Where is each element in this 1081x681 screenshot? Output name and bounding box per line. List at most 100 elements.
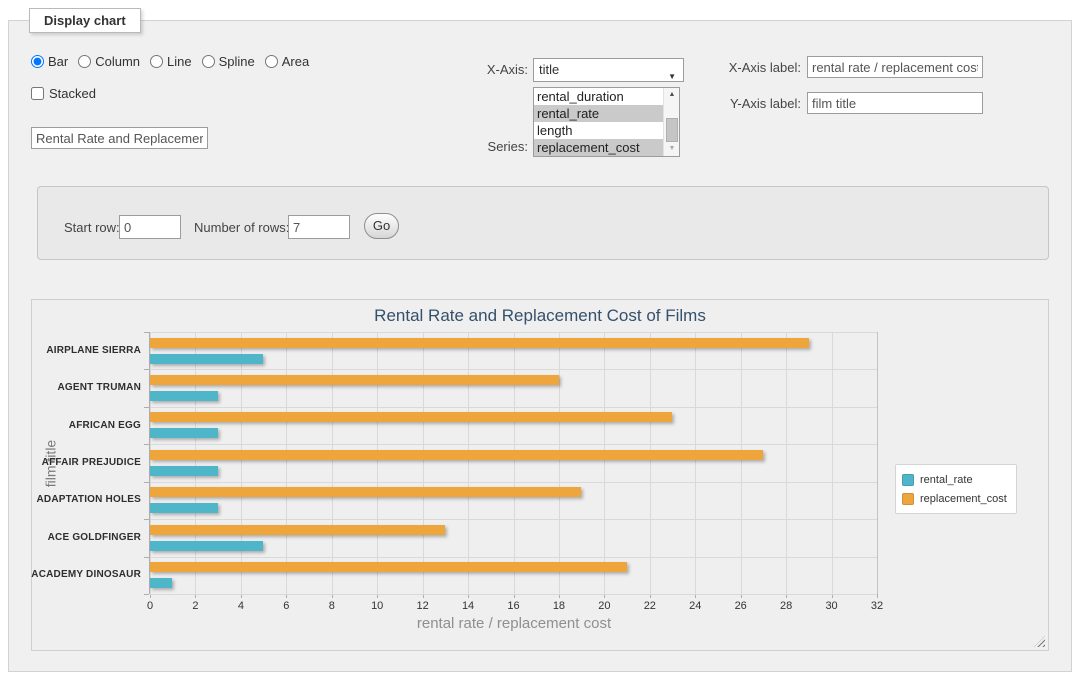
category-label: ADAPTATION HOLES <box>37 494 142 505</box>
gridline-horizontal <box>150 557 877 558</box>
value-axis-tick-label: 32 <box>862 600 892 612</box>
gridline-horizontal <box>150 519 877 520</box>
gridline-vertical <box>423 332 424 594</box>
legend-label: rental_rate <box>920 474 973 486</box>
category-label: AIRPLANE SIERRA <box>46 345 141 356</box>
value-axis-tick-label: 14 <box>453 600 483 612</box>
chart-title: Rental Rate and Replacement Cost of Film… <box>32 306 1048 326</box>
chart-type-option-bar: Bar <box>31 54 68 69</box>
category-axis-tick <box>144 332 149 333</box>
chart-type-radio-column[interactable] <box>78 55 91 68</box>
category-label: AFRICAN EGG <box>69 420 141 431</box>
bar-replacement_cost <box>150 412 672 422</box>
value-axis-tick-label: 18 <box>544 600 574 612</box>
stacked-checkbox[interactable] <box>31 87 44 100</box>
series-list-scrollbar[interactable]: ▲ ▼ <box>663 88 679 156</box>
chart-type-radio-group: Bar Column Line Spline Area <box>31 54 315 69</box>
chart-type-option-line: Line <box>150 54 192 69</box>
chart-plot-area: 02468101214161820222426283032 <box>150 332 877 594</box>
value-axis-tick-label: 6 <box>271 600 301 612</box>
gridline-horizontal <box>150 482 877 483</box>
bar-rental_rate <box>150 466 218 476</box>
value-axis-tick-label: 0 <box>135 600 165 612</box>
start-row-label: Start row: <box>64 220 120 235</box>
chart-type-label: Column <box>95 54 140 69</box>
x-axis-label-input[interactable] <box>807 56 983 78</box>
value-axis-tick-label: 24 <box>680 600 710 612</box>
select-dropdown-arrow-icon: ▼ <box>668 66 676 88</box>
bar-replacement_cost <box>150 525 445 535</box>
scrollbar-down-arrow-icon[interactable]: ▼ <box>664 142 680 156</box>
num-rows-label: Number of rows: <box>194 220 289 235</box>
series-option-replacement_cost[interactable]: replacement_cost <box>534 139 663 156</box>
gridline-vertical <box>195 332 196 594</box>
category-label: ACADEMY DINOSAUR <box>31 569 141 580</box>
category-axis-tick <box>144 407 149 408</box>
row-range-panel: Start row: Number of rows: Go <box>37 186 1049 260</box>
panel-legend: Display chart <box>29 8 141 33</box>
series-select-label: Series: <box>433 139 528 154</box>
series-option-rental_rate[interactable]: rental_rate <box>534 105 663 122</box>
gridline-vertical <box>286 332 287 594</box>
value-axis-tick-label: 8 <box>317 600 347 612</box>
legend-item-rental-rate[interactable]: rental_rate <box>902 470 1007 489</box>
legend-label: replacement_cost <box>920 493 1007 505</box>
y-axis-label-label: Y-Axis label: <box>706 96 801 111</box>
chart-type-label: Spline <box>219 54 255 69</box>
bar-replacement_cost <box>150 450 763 460</box>
gridline-horizontal <box>150 444 877 445</box>
chart-resize-handle[interactable] <box>1034 636 1045 647</box>
gridline-vertical <box>559 332 560 594</box>
bar-rental_rate <box>150 503 218 513</box>
category-label: AGENT TRUMAN <box>57 382 141 393</box>
num-rows-input[interactable] <box>288 215 350 239</box>
value-axis-tick-label: 28 <box>771 600 801 612</box>
category-label: ACE GOLDFINGER <box>48 532 141 543</box>
category-axis-tick <box>144 594 149 595</box>
category-axis-tick <box>144 444 149 445</box>
x-axis-selected-value: title <box>539 62 559 77</box>
bar-rental_rate <box>150 541 263 551</box>
gridline-vertical <box>514 332 515 594</box>
category-label: AFFAIR PREJUDICE <box>42 457 141 468</box>
scrollbar-up-arrow-icon[interactable]: ▲ <box>664 88 680 102</box>
go-button[interactable]: Go <box>364 213 399 239</box>
gridline-horizontal <box>150 332 877 333</box>
value-axis-tick <box>877 594 878 598</box>
chart-title-input[interactable] <box>31 127 208 149</box>
series-multiselect[interactable]: rental_durationrental_ratelengthreplacem… <box>533 87 680 157</box>
gridline-vertical <box>832 332 833 594</box>
scrollbar-thumb[interactable] <box>666 118 678 142</box>
category-axis-tick <box>144 557 149 558</box>
chart-type-radio-bar[interactable] <box>31 55 44 68</box>
gridline-vertical <box>150 332 151 594</box>
x-axis-select[interactable]: title ▼ <box>533 58 684 82</box>
stacked-checkbox-row: Stacked <box>31 86 96 101</box>
chart-type-label: Line <box>167 54 192 69</box>
bar-replacement_cost <box>150 487 581 497</box>
value-axis-tick-label: 20 <box>589 600 619 612</box>
gridline-vertical <box>786 332 787 594</box>
gridline-vertical <box>332 332 333 594</box>
chart-type-radio-spline[interactable] <box>202 55 215 68</box>
y-axis-label-input[interactable] <box>807 92 983 114</box>
series-option-rental_duration[interactable]: rental_duration <box>534 88 663 105</box>
value-axis-tick-label: 16 <box>499 600 529 612</box>
stacked-label: Stacked <box>49 86 96 101</box>
gridline-vertical <box>650 332 651 594</box>
chart-type-radio-area[interactable] <box>265 55 278 68</box>
x-axis-label-label: X-Axis label: <box>706 60 801 75</box>
gridline-vertical <box>377 332 378 594</box>
legend-item-replacement-cost[interactable]: replacement_cost <box>902 489 1007 508</box>
chart-type-radio-line[interactable] <box>150 55 163 68</box>
bar-rental_rate <box>150 578 172 588</box>
chart-type-label: Bar <box>48 54 68 69</box>
display-chart-panel: Display chart BarColumnLineSplineArea St… <box>8 20 1072 672</box>
bar-rental_rate <box>150 391 218 401</box>
series-option-length[interactable]: length <box>534 122 663 139</box>
value-axis-tick-label: 2 <box>180 600 210 612</box>
chart-type-label: Area <box>282 54 309 69</box>
bar-replacement_cost <box>150 562 627 572</box>
start-row-input[interactable] <box>119 215 181 239</box>
chart-x-axis-title: rental rate / replacement cost <box>314 615 714 632</box>
